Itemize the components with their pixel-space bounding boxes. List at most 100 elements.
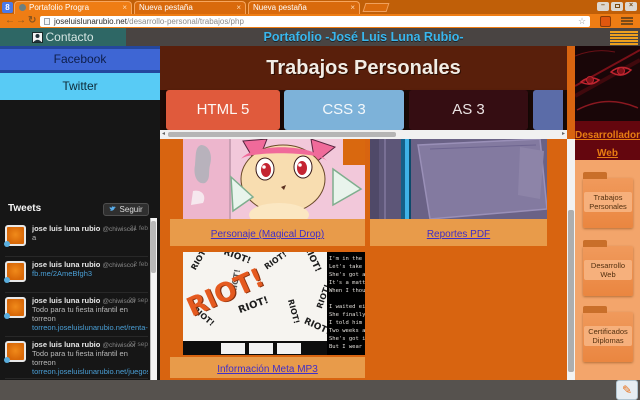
project-thumbnail-meta-mp3[interactable]: RIOT! RIOT! RIOT! RIOT! RIOT! RIOT! RIOT… [183,252,365,355]
browser-window: 8 Portafolio Progra × Nueva pestaña × Nuev… [0,0,640,400]
project-link[interactable]: Reportes PDF [427,229,490,240]
project-thumbnail-reportes-pdf[interactable] [370,139,547,219]
divider [5,256,148,257]
url-domain: joseluislunarubio.net [54,17,127,26]
tab-title: Nueva pestaña [139,3,193,12]
tab-title: Nueva pestaña [253,3,307,12]
contact-card-icon [32,32,43,43]
twitter-bird-icon [109,205,117,213]
tweet-author[interactable]: jose luis luna rubio [32,340,100,349]
vertical-scrollbar-thumb[interactable] [568,210,574,372]
sidebar-folders: Trabajos Personales Desarrollo Web Certi… [575,160,640,380]
tweet-text: Todo para tu fiesta infantil en torreon [32,305,128,323]
window-minimize-button[interactable]: – [597,2,609,11]
avatar[interactable] [5,297,26,318]
divider [5,336,148,337]
tab-partial[interactable] [533,90,563,130]
contacto-label: Contacto [45,30,93,44]
tab-close-icon[interactable]: × [236,2,241,13]
folder-desarrollo-web[interactable]: Desarrollo Web [583,246,633,296]
tweet-author[interactable]: jose luis luna rubio [32,224,100,233]
tweet-item[interactable]: 27 sep jose luis luna rubio @chiwiscor T… [5,340,148,376]
page-title: Portafolio -José Luis Luna Rubio- [160,28,567,46]
tab-as3[interactable]: AS 3 [409,90,528,130]
project-link[interactable]: Información Meta MP3 [217,364,318,375]
back-button[interactable]: ← [5,14,15,28]
tweet-author[interactable]: jose luis luna rubio [32,296,100,305]
facebook-button[interactable]: Facebook [0,49,160,70]
avatar[interactable] [5,261,26,282]
developer-link[interactable]: Desarrollador Web [575,121,640,160]
contacto-button[interactable]: Contacto [0,28,126,46]
tweets-scrollbar-thumb[interactable] [151,221,156,273]
tweet-item[interactable]: 2 feb jose luis luna rubio @chiwiscor fb… [5,260,148,278]
follow-label: Seguir [120,205,143,214]
project-caption[interactable]: Reportes PDF [370,219,547,246]
player-controls [183,341,327,355]
project-caption[interactable]: Personaje (Magical Drop) [170,219,365,246]
reload-button[interactable]: ↻ [28,14,36,28]
mp3-metadata-panel: I'm in the Let's take She's got a It's a… [327,252,365,355]
tweet-item[interactable]: 28 sep jose luis luna rubio @chiwiscor T… [5,296,148,332]
twitter-bird-icon [4,357,10,363]
avatar[interactable] [5,225,26,246]
tweet-time: 28 sep [128,297,148,304]
folder-trabajos-personales[interactable]: Trabajos Personales [583,178,633,228]
browser-menu-icon[interactable] [621,17,633,26]
tweet-handle[interactable]: @chiwiscor [102,262,135,269]
tweet-time: 2 feb [134,261,148,268]
scroll-left-icon[interactable]: ◂ [162,130,165,139]
follow-button[interactable]: Seguir [103,203,149,216]
profile-image [575,46,640,121]
folder-label: Desarrollo Web [584,260,632,280]
window-close-button[interactable]: × [625,2,637,11]
window-restore-button[interactable] [611,2,623,11]
twitter-bird-icon [4,277,10,283]
url-path: /desarrollo-personal/trabajos/php [127,17,244,26]
folder-label: Trabajos Personales [584,192,632,212]
tweet-item[interactable]: 21 feb jose luis luna rubio @chiwiscor a [5,224,148,242]
browser-tab-active[interactable]: Portafolio Progra × [14,1,132,14]
avatar[interactable] [5,341,26,362]
project-caption[interactable]: Información Meta MP3 [170,357,365,378]
tab-css3[interactable]: CSS 3 [284,90,404,130]
tab-title: Portafolio Progra [29,3,89,12]
tweet-link[interactable]: fb.me/2AmeBfgh3 [32,269,148,278]
new-tab-button[interactable] [363,3,390,12]
browser-tab[interactable]: Nueva pestaña × [134,1,246,14]
riot-title: RIOT! [183,263,269,324]
browser-tabstrip: 8 Portafolio Progra × Nueva pestaña × Nuev… [0,0,640,14]
tab-favicon-icon [19,4,26,11]
profile-badge[interactable]: 8 [2,2,13,13]
forward-button[interactable]: → [16,14,26,28]
twitter-widget: Tweets Seguir 21 feb jose luis luna rubi… [0,100,160,380]
twitter-button[interactable]: Twitter [0,73,160,100]
tweets-header: Tweets [8,203,41,214]
bottom-bar [0,380,640,400]
twitter-bird-icon [4,313,10,319]
riot-album-art: RIOT! RIOT! RIOT! RIOT! RIOT! RIOT! RIOT… [183,252,327,355]
edit-pencil-icon[interactable]: ✎ [616,380,638,400]
tweet-author[interactable]: jose luis luna rubio [32,260,100,269]
tweet-link[interactable]: torreon.joseluislunarubio.net/renta-de-r… [32,323,148,332]
tweet-time: 27 sep [128,341,148,348]
horizontal-scrollbar-thumb[interactable] [168,132,396,137]
extension-icon[interactable] [600,16,611,27]
tab-close-icon[interactable]: × [350,2,355,13]
section-title: Trabajos Personales [160,46,567,90]
tweet-text: Todo para tu fiesta infantil en torreon [32,349,128,367]
tab-close-icon[interactable]: × [122,2,127,13]
browser-tab[interactable]: Nueva pestaña × [248,1,360,14]
divider [5,378,148,379]
project-thumbnail-magical-drop[interactable] [183,139,365,219]
tweet-link[interactable]: torreon.joseluislunarubio.net/juegos-par… [32,367,148,376]
url-bar[interactable]: joseluislunarubio.net/desarrollo-persona… [40,16,590,27]
bookmark-star-icon[interactable]: ☆ [578,15,586,28]
page-icon [44,18,50,25]
project-link[interactable]: Personaje (Magical Drop) [211,229,324,240]
folder-certificados-diplomas[interactable]: Certificados Diplomas [583,312,633,362]
tweet-time: 21 feb [130,225,148,232]
tab-html5[interactable]: HTML 5 [166,90,280,130]
divider [5,292,148,293]
scroll-right-icon[interactable]: ▸ [562,130,565,139]
